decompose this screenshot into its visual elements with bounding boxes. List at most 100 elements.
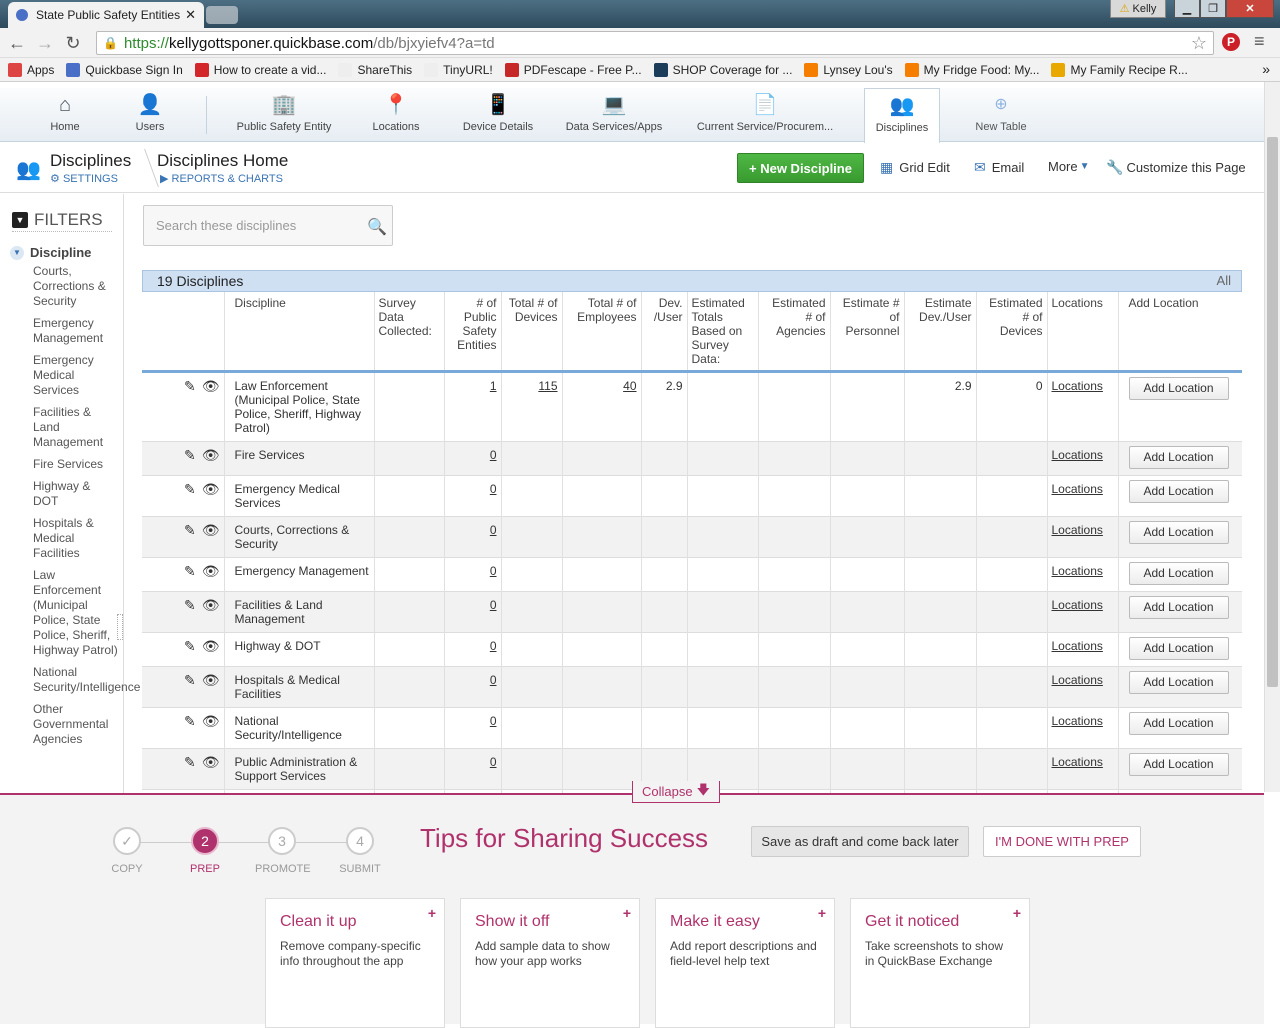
vertical-scrollbar[interactable] [1264,82,1280,792]
locations-link[interactable]: Locations [1052,523,1103,537]
collapse-button[interactable]: Collapse 🡇 [632,781,720,803]
eye-icon[interactable]: 👁 [202,638,220,654]
add-location-button[interactable]: Add Location [1128,596,1229,619]
bookmark-star-icon[interactable]: ☆ [1191,33,1207,54]
back-arrow-icon[interactable]: ← [6,32,28,54]
filter-value[interactable]: Other Governmental Agencies [33,702,119,747]
pencil-icon[interactable]: ✎ [184,713,196,729]
pinterest-icon[interactable]: P [1222,33,1240,51]
table-name[interactable]: Disciplines [50,151,131,171]
column-header-discipline[interactable]: Discipline [223,292,374,372]
column-header-entities[interactable]: # of Public Safety Entities [443,292,501,372]
pencil-icon[interactable]: ✎ [184,447,196,463]
close-tab-icon[interactable]: ✕ [185,7,196,23]
filter-value[interactable]: Law Enforcement (Municipal Police, State… [33,568,119,658]
plus-icon[interactable]: + [428,905,436,921]
nav-public-safety-entity[interactable]: 🏢 Public Safety Entity [232,88,336,142]
filters-heading[interactable]: ▼ FILTERS [12,210,103,230]
column-header-devices[interactable]: Total # of Devices [500,292,562,372]
profile-button[interactable]: ⚠ Kelly [1110,0,1166,18]
column-header-locations[interactable]: Locations [1046,292,1118,372]
minimize-icon[interactable]: ▁ [1174,0,1200,18]
filter-value[interactable]: Emergency Medical Services [33,353,119,398]
resize-handle[interactable] [117,614,123,640]
grid-edit-button[interactable]: ▦ Grid Edit [880,159,950,176]
bookmark-item[interactable]: SHOP Coverage for ... [653,62,792,77]
eye-icon[interactable]: 👁 [202,378,220,394]
nav-current-service[interactable]: 📄 Current Service/Procurem... [694,88,836,142]
entities-link[interactable]: 0 [490,523,497,537]
add-location-button[interactable]: Add Location [1128,637,1229,660]
filter-value[interactable]: National Security/Intelligence [33,665,140,695]
tip-card-clean[interactable]: + Clean it up Remove company-specific info… [265,898,445,1028]
locations-link[interactable]: Locations [1052,448,1103,462]
filter-value[interactable]: Courts, Corrections & Security [33,264,119,309]
add-location-button[interactable]: Add Location [1128,480,1229,503]
add-location-button[interactable]: Add Location [1128,712,1229,735]
column-header-est-agencies[interactable]: Estimated # of Agencies [757,292,830,372]
filter-value[interactable]: Facilities & Land Management [33,405,119,450]
search-input[interactable]: Search these disciplines 🔍 [143,205,393,246]
filter-value[interactable]: Highway & DOT [33,479,119,509]
entities-link[interactable]: 0 [490,755,497,769]
more-button[interactable]: More ▼ [1048,159,1090,174]
add-location-button[interactable]: Add Location [1128,377,1229,400]
done-with-prep-button[interactable]: I'M DONE WITH PREP [983,826,1141,857]
column-header-est-devuser[interactable]: Estimate Dev./User [903,292,976,372]
bookmark-item[interactable]: My Family Recipe R... [1051,62,1188,77]
nav-home[interactable]: ⌂ Home [42,88,88,142]
address-bar[interactable]: 🔒 https://kellygottsponer.quickbase.com /… [96,31,1214,55]
tip-card-noticed[interactable]: + Get it noticed Take screenshots to show … [850,898,1030,1028]
filter-field-discipline[interactable]: ▼ Discipline [10,245,91,260]
column-header-est-devices[interactable]: Estimated # of Devices [975,292,1047,372]
locations-link[interactable]: Locations [1052,714,1103,728]
bookmark-item[interactable]: ShareThis [338,62,412,77]
nav-disciplines[interactable]: 👥 Disciplines [864,88,940,143]
bookmark-item[interactable]: How to create a vid... [194,62,326,77]
employees-link[interactable]: 40 [623,379,636,393]
pencil-icon[interactable]: ✎ [184,378,196,394]
nav-new-table[interactable]: ⊕ New Table [968,88,1034,142]
eye-icon[interactable]: 👁 [202,481,220,497]
bookmark-item[interactable]: My Fridge Food: My... [904,62,1039,77]
column-header-employees[interactable]: Total # of Employees [561,292,641,372]
customize-page-button[interactable]: 🔧 Customize this Page [1106,159,1246,176]
locations-link[interactable]: Locations [1052,639,1103,653]
entities-link[interactable]: 1 [490,379,497,393]
new-discipline-button[interactable]: + New Discipline [737,153,864,183]
entities-link[interactable]: 0 [490,639,497,653]
pencil-icon[interactable]: ✎ [184,597,196,613]
pencil-icon[interactable]: ✎ [184,563,196,579]
filter-value[interactable]: Hospitals & Medical Facilities [33,516,119,561]
all-link[interactable]: All [1217,273,1231,288]
eye-icon[interactable]: 👁 [202,447,220,463]
new-tab-button[interactable] [206,6,238,24]
nav-locations[interactable]: 📍 Locations [366,88,426,142]
plus-icon[interactable]: + [818,905,826,921]
column-header-estimated-totals[interactable]: Estimated Totals Based on Survey Data: [686,292,758,372]
close-window-icon[interactable]: ✕ [1226,0,1274,18]
plus-icon[interactable]: + [623,905,631,921]
search-icon[interactable]: 🔍 [367,217,387,237]
save-draft-button[interactable]: Save as draft and come back later [751,826,969,857]
column-header-est-personnel[interactable]: Estimate # of Personnel [829,292,904,372]
locations-link[interactable]: Locations [1052,564,1103,578]
tip-card-easy[interactable]: + Make it easy Add report descriptions and… [655,898,835,1028]
eye-icon[interactable]: 👁 [202,754,220,770]
entities-link[interactable]: 0 [490,673,497,687]
add-location-button[interactable]: Add Location [1128,753,1229,776]
entities-link[interactable]: 0 [490,714,497,728]
maximize-icon[interactable]: ❐ [1200,0,1226,18]
locations-link[interactable]: Locations [1052,755,1103,769]
filter-value[interactable]: Fire Services [33,457,119,472]
locations-link[interactable]: Locations [1052,673,1103,687]
devices-link[interactable]: 115 [538,379,557,393]
scrollbar-thumb[interactable] [1267,137,1278,687]
locations-link[interactable]: Locations [1052,379,1103,393]
eye-icon[interactable]: 👁 [202,522,220,538]
tip-card-show[interactable]: + Show it off Add sample data to show how … [460,898,640,1028]
eye-icon[interactable]: 👁 [202,713,220,729]
menu-icon[interactable]: ≡ [1254,31,1265,52]
pencil-icon[interactable]: ✎ [184,754,196,770]
locations-link[interactable]: Locations [1052,482,1103,496]
